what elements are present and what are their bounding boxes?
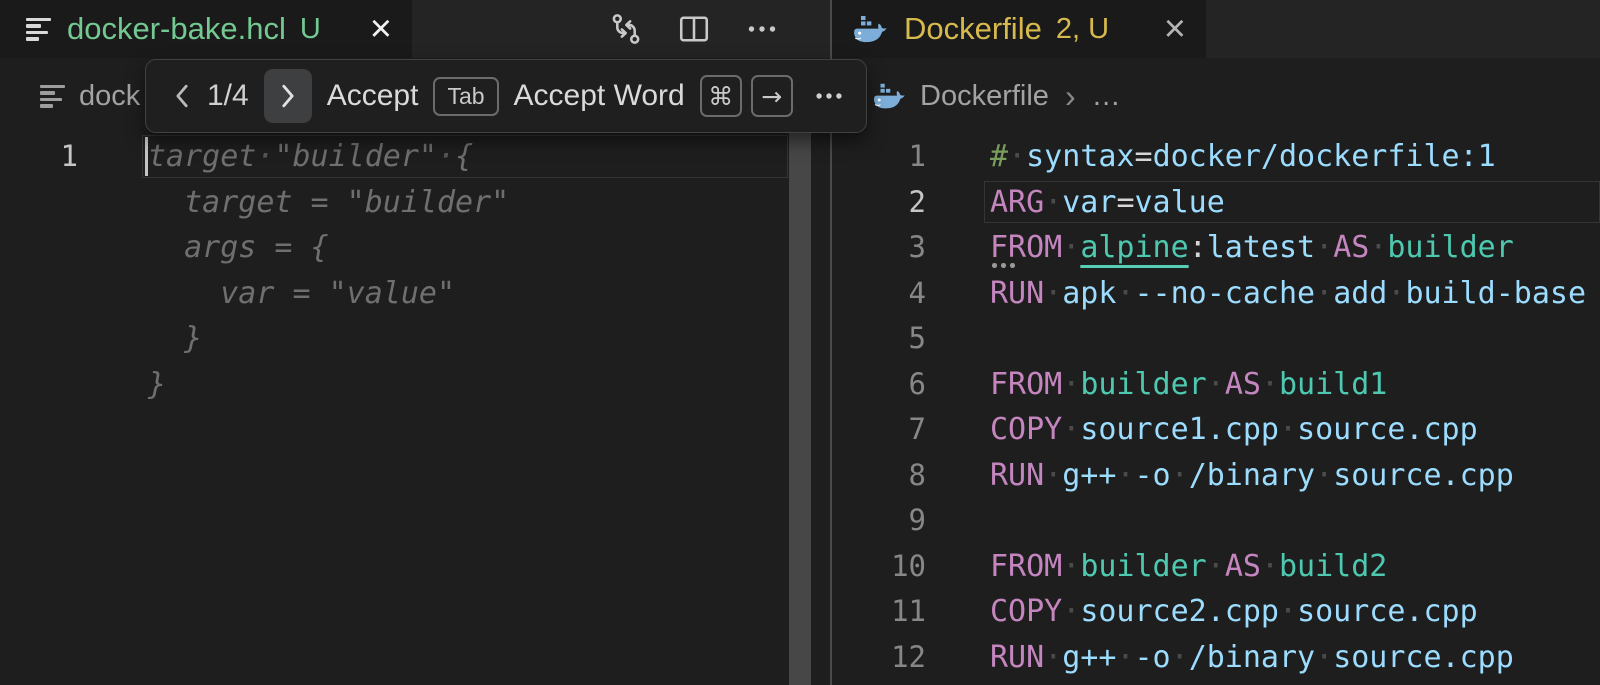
file-lines-icon — [26, 18, 51, 41]
tab-problems-badge: 2, U — [1056, 13, 1109, 46]
hint-diagnostic-dots — [992, 263, 997, 268]
breadcrumb-file[interactable]: Dockerfile — [920, 80, 1049, 113]
tab-dockerfile[interactable]: Dockerfile 2, U × — [832, 0, 1206, 58]
arrow-right-key-chip: → — [751, 75, 793, 117]
accept-word-button[interactable]: Accept Word — [514, 79, 685, 113]
code-line[interactable]: 1 #·syntax=docker/dockerfile:1 — [832, 134, 1600, 180]
line-number: 10 — [832, 544, 926, 590]
line-text — [990, 316, 1600, 362]
code-line[interactable]: args = { — [0, 225, 830, 271]
tabbar-right: Dockerfile 2, U × — [832, 0, 1600, 58]
code-line[interactable]: 3 FROM·alpine:latest·AS·builder — [832, 225, 1600, 271]
tab-close-button[interactable]: × — [1164, 10, 1186, 48]
line-number — [0, 271, 78, 317]
code-line[interactable]: 11 COPY·source2.cpp·source.cpp — [832, 589, 1600, 635]
line-number: 8 — [832, 453, 926, 499]
inline-suggestion-toolbar: 1/4 Accept Tab Accept Word ⌘ → — [145, 59, 867, 133]
line-text: } — [148, 316, 788, 362]
line-number: 7 — [832, 407, 926, 453]
line-number — [0, 362, 78, 408]
compare-changes-icon[interactable] — [608, 11, 644, 47]
code-line[interactable]: 12 RUN·g++·-o·/binary·source.cpp — [832, 635, 1600, 681]
tabbar-actions-left — [608, 0, 830, 58]
line-text: target = "builder" — [148, 180, 788, 226]
vertical-scrollbar[interactable] — [789, 133, 811, 685]
code-line[interactable]: 4 RUN·apk·--no-cache·add·build-base — [832, 271, 1600, 317]
line-text: COPY·source2.cpp·source.cpp — [990, 589, 1600, 635]
line-number: 5 — [832, 316, 926, 362]
code-line[interactable]: var = "value" — [0, 271, 830, 317]
tab-modified-badge: U — [300, 13, 321, 46]
docker-whale-icon — [872, 82, 906, 111]
editor-dockerfile[interactable]: 1 #·syntax=docker/dockerfile:1 2 ARG·var=va… — [832, 134, 1600, 685]
line-number: 2 — [832, 180, 926, 226]
tab-keybinding-chip: Tab — [433, 77, 498, 116]
editor-group-right: Dockerfile 2, U × Dockerfile › … 1 #·synt… — [832, 0, 1600, 685]
code-line[interactable]: 2 ARG·var=value — [832, 180, 1600, 226]
code-line[interactable]: 8 RUN·g++·-o·/binary·source.cpp — [832, 453, 1600, 499]
code-line[interactable]: 10 FROM·builder·AS·build2 — [832, 544, 1600, 590]
line-text: var = "value" — [148, 271, 788, 317]
line-number: 3 — [832, 225, 926, 271]
code-line[interactable]: } — [0, 362, 830, 408]
breadcrumb-separator: › — [1065, 78, 1076, 115]
line-text: RUN·g++·-o·/binary·source.cpp — [990, 635, 1600, 681]
code-line[interactable]: target = "builder" — [0, 180, 830, 226]
tab-title: Dockerfile — [904, 11, 1042, 47]
line-number: 1 — [0, 134, 78, 180]
line-number: 9 — [832, 498, 926, 544]
line-text: args = { — [148, 225, 788, 271]
accept-button[interactable]: Accept — [327, 79, 419, 113]
line-number: 6 — [832, 362, 926, 408]
code-line[interactable]: 6 FROM·builder·AS·build1 — [832, 362, 1600, 408]
breadcrumb-file[interactable]: dock — [79, 80, 140, 113]
line-text: RUN·g++·-o·/binary·source.cpp — [990, 453, 1600, 499]
code-line[interactable]: 1 target·"builder"·{ — [0, 134, 830, 180]
line-text: FROM·builder·AS·build2 — [990, 544, 1600, 590]
tabbar-left: docker-bake.hcl U × — [0, 0, 830, 58]
vscode-window: docker-bake.hcl U × — [0, 0, 1600, 685]
accept-word-keybinding: ⌘ → — [700, 75, 793, 117]
code-line[interactable]: 7 COPY·source1.cpp·source.cpp — [832, 407, 1600, 453]
line-number — [0, 316, 78, 362]
tab-close-button[interactable]: × — [370, 10, 392, 48]
line-text: FROM·alpine:latest·AS·builder — [990, 225, 1600, 271]
editor-docker-bake-hcl[interactable]: 1 target·"builder"·{ target = "builder" a… — [0, 134, 830, 685]
text-cursor — [145, 137, 148, 176]
line-number: 12 — [832, 635, 926, 681]
code-line[interactable]: } — [0, 316, 830, 362]
suggestion-counter: 1/4 — [207, 79, 249, 113]
tab-docker-bake-hcl[interactable]: docker-bake.hcl U × — [0, 0, 412, 58]
line-number — [0, 225, 78, 271]
docker-whale-icon — [852, 14, 888, 45]
line-number: 1 — [832, 134, 926, 180]
line-number — [0, 180, 78, 226]
line-text: ARG·var=value — [990, 180, 1600, 226]
chevron-right-icon — [278, 82, 298, 110]
line-text — [990, 498, 1600, 544]
line-number: 4 — [832, 271, 926, 317]
more-actions-icon[interactable] — [744, 11, 780, 47]
file-lines-icon — [40, 85, 65, 108]
line-text: target·"builder"·{ — [148, 134, 788, 180]
line-text: FROM·builder·AS·build1 — [990, 362, 1600, 408]
more-actions-icon[interactable] — [812, 79, 846, 113]
line-text: #·syntax=docker/dockerfile:1 — [990, 134, 1600, 180]
tab-title: docker-bake.hcl — [67, 11, 286, 47]
line-text: COPY·source1.cpp·source.cpp — [990, 407, 1600, 453]
line-number: 11 — [832, 589, 926, 635]
cmd-key-chip: ⌘ — [700, 75, 742, 117]
breadcrumbs-right: Dockerfile › … — [832, 58, 1600, 134]
line-text: RUN·apk·--no-cache·add·build-base — [990, 271, 1600, 317]
breadcrumb-symbol-more[interactable]: … — [1092, 80, 1121, 113]
line-text: } — [148, 362, 788, 408]
code-line[interactable]: 5 — [832, 316, 1600, 362]
next-suggestion-button[interactable] — [264, 69, 312, 123]
split-editor-icon[interactable] — [676, 11, 712, 47]
code-line[interactable]: 9 — [832, 498, 1600, 544]
chevron-left-icon[interactable] — [172, 82, 192, 110]
